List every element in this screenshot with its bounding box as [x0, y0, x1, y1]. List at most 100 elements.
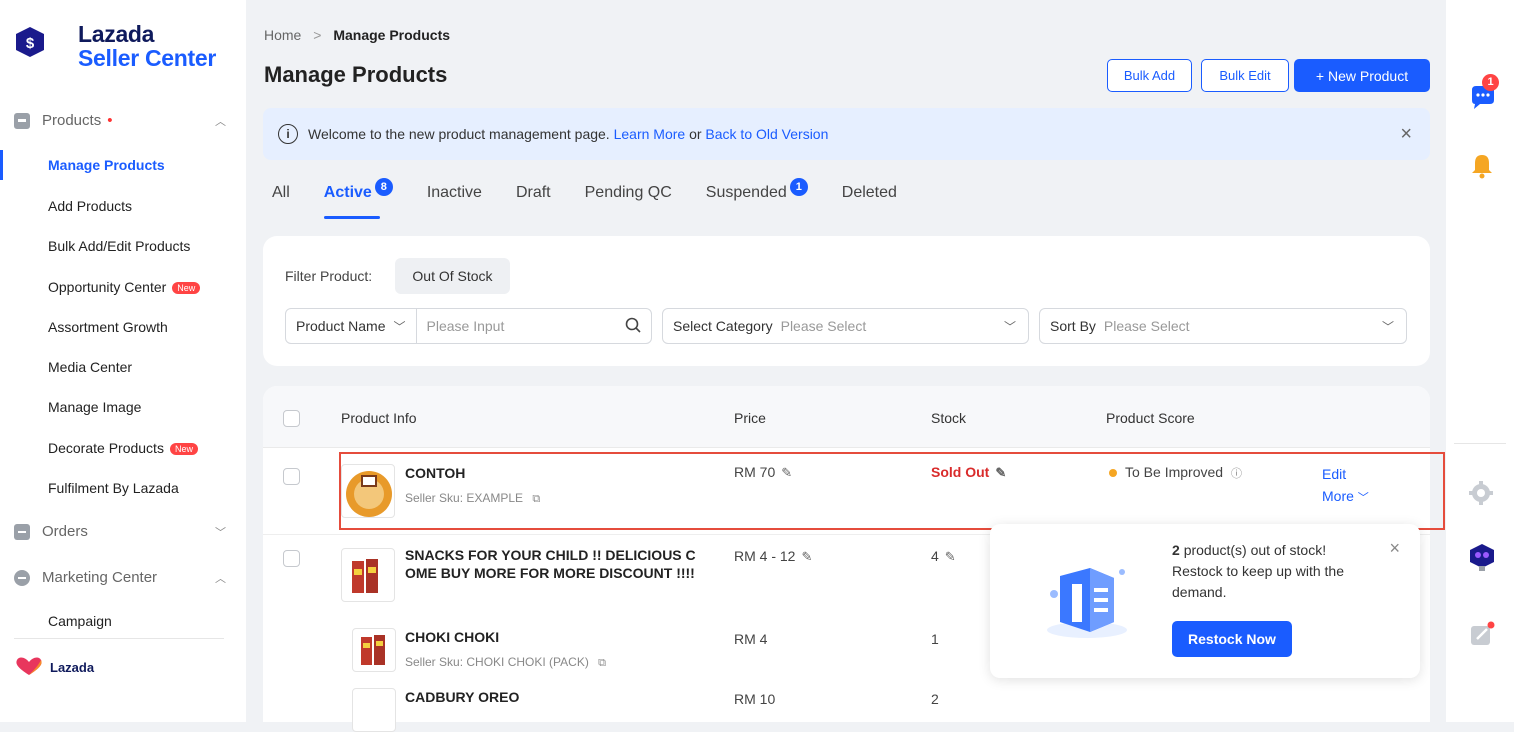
- variant-stock: 2: [931, 691, 939, 707]
- filter-label: Filter Product:: [285, 268, 373, 284]
- chevron-up-icon[interactable]: ︿: [215, 570, 226, 586]
- stock-value: 4: [931, 548, 939, 564]
- chevron-down-icon[interactable]: ﹀: [215, 524, 226, 540]
- variant-name[interactable]: CADBURY OREO: [405, 688, 519, 706]
- category-select[interactable]: Select Category Please Select ﹀: [662, 308, 1029, 344]
- tab-label: All: [272, 184, 290, 201]
- chevron-up-icon[interactable]: ︿: [215, 113, 226, 129]
- category-placeholder: Please Select: [780, 318, 867, 334]
- sidebar-group-label: Products: [42, 112, 102, 129]
- product-name-select[interactable]: Product Name: [286, 318, 385, 334]
- column-stock: Stock: [931, 410, 967, 426]
- copy-icon[interactable]: ⧉: [598, 657, 606, 669]
- bell-icon[interactable]: [1468, 152, 1496, 180]
- tab-pending-qc[interactable]: Pending QC: [585, 184, 672, 202]
- sidebar-item-fulfilment[interactable]: Fulfilment By Lazada: [48, 480, 179, 496]
- sidebar-group-label: Marketing Center: [42, 569, 158, 586]
- feedback-edit-icon[interactable]: [1468, 620, 1496, 648]
- assistant-bot-icon[interactable]: [1468, 542, 1496, 571]
- product-thumbnail[interactable]: [341, 548, 395, 602]
- row-highlight-box: [339, 452, 1445, 530]
- sidebar-item-manage-image[interactable]: Manage Image: [48, 399, 141, 415]
- search-icon[interactable]: [625, 317, 641, 336]
- tab-deleted[interactable]: Deleted: [842, 184, 897, 202]
- stock-cell: 4 ✎: [931, 548, 956, 565]
- bulk-edit-button[interactable]: Bulk Edit: [1201, 59, 1289, 92]
- sidebar-item-add-products[interactable]: Add Products: [48, 198, 132, 214]
- marketing-icon: [14, 569, 30, 586]
- new-badge: New: [169, 443, 198, 456]
- sidebar-footer-logo: Lazada: [14, 656, 94, 679]
- active-indicator: [0, 150, 3, 180]
- sidebar-item-decorate-products[interactable]: Decorate Products New: [48, 440, 198, 456]
- restock-notification: 2 product(s) out of stock! Restock to ke…: [990, 524, 1420, 678]
- tab-active[interactable]: Active 8: [323, 178, 393, 219]
- tab-label: Deleted: [841, 184, 897, 201]
- tab-draft[interactable]: Draft: [516, 184, 551, 202]
- table-header: Product Info Price Stock Product Score: [263, 386, 1430, 448]
- close-icon[interactable]: ×: [1389, 538, 1400, 559]
- out-of-stock-chip[interactable]: Out Of Stock: [395, 258, 510, 294]
- chat-icon[interactable]: 1: [1468, 74, 1499, 109]
- price-cell: RM 4 - 12 ✎: [734, 548, 812, 565]
- tab-label: Inactive: [426, 184, 482, 201]
- sidebar-item-opportunity-center[interactable]: Opportunity Center New: [48, 279, 201, 295]
- restock-now-button[interactable]: Restock Now: [1172, 621, 1292, 657]
- sidebar-divider: [14, 638, 224, 639]
- edit-pencil-icon[interactable]: ✎: [945, 549, 956, 565]
- sort-by-select[interactable]: Sort By Please Select ﹀: [1039, 308, 1407, 344]
- variant-name[interactable]: CHOKI CHOKI: [405, 628, 499, 646]
- sidebar-group-marketing[interactable]: Marketing Center ︿: [14, 569, 226, 586]
- restock-message: 2 product(s) out of stock! Restock to ke…: [1172, 540, 1372, 603]
- bulk-add-button[interactable]: Bulk Add: [1107, 59, 1192, 92]
- sidebar-group-orders[interactable]: Orders ﹀: [14, 523, 226, 540]
- tab-all[interactable]: All: [272, 184, 290, 202]
- restock-text: product(s) out of stock! Restock to keep…: [1172, 542, 1344, 600]
- field-divider: [415, 308, 417, 344]
- tab-inactive[interactable]: Inactive: [427, 184, 482, 202]
- unread-dot: •: [107, 112, 113, 129]
- sidebar-group-label: Orders: [42, 523, 88, 540]
- sidebar-item-media-center[interactable]: Media Center: [48, 359, 132, 375]
- row-checkbox[interactable]: [283, 468, 300, 485]
- inventory-illustration-icon: [1042, 560, 1132, 645]
- select-all-checkbox[interactable]: [283, 410, 300, 427]
- variant-thumbnail[interactable]: [352, 628, 396, 672]
- breadcrumb: Home > Manage Products: [264, 27, 450, 43]
- close-icon[interactable]: ×: [1400, 123, 1412, 146]
- lazada-heart-icon: [14, 656, 44, 679]
- search-input[interactable]: Please Input: [427, 318, 505, 334]
- tab-label: Suspended: [705, 184, 787, 201]
- breadcrumb-separator: >: [313, 27, 322, 43]
- toolbar-divider: [1454, 443, 1506, 444]
- sidebar-item-assortment-growth[interactable]: Assortment Growth: [48, 319, 168, 335]
- lazada-shield-icon: $: [14, 26, 46, 58]
- row-checkbox[interactable]: [283, 550, 300, 567]
- brand-logo[interactable]: $ Lazada Seller Center: [14, 22, 216, 70]
- sidebar-group-products[interactable]: Products • ︿: [14, 112, 226, 129]
- new-product-button[interactable]: + New Product: [1294, 59, 1430, 92]
- back-to-old-version-link[interactable]: Back to Old Version: [705, 126, 828, 142]
- category-label: Select Category: [673, 318, 773, 334]
- sku-text: Seller Sku: CHOKI CHOKI (PACK): [405, 655, 589, 669]
- product-name[interactable]: SNACKS FOR YOUR CHILD !! DELICIOUS C OME…: [405, 546, 696, 582]
- edit-pencil-icon[interactable]: ✎: [801, 549, 812, 565]
- chevron-down-icon[interactable]: ﹀: [393, 318, 405, 335]
- sidebar-item-manage-products[interactable]: Manage Products: [48, 157, 165, 173]
- tab-suspended[interactable]: Suspended 1: [705, 178, 808, 202]
- svg-text:$: $: [26, 35, 35, 52]
- footer-brand: Lazada: [50, 660, 95, 675]
- out-of-stock-count: 2: [1172, 542, 1180, 558]
- sidebar-item-bulk-add-edit[interactable]: Bulk Add/Edit Products: [48, 238, 190, 254]
- chevron-down-icon: ﹀: [1381, 319, 1394, 334]
- variant-thumbnail[interactable]: [352, 688, 396, 732]
- settings-gear-icon[interactable]: [1468, 480, 1496, 508]
- column-product-info: Product Info: [341, 410, 417, 426]
- product-name-search: Product Name ﹀ Please Input: [285, 308, 652, 344]
- variant-price: RM 4: [734, 631, 768, 647]
- breadcrumb-home[interactable]: Home: [264, 27, 301, 43]
- learn-more-link[interactable]: Learn More: [614, 126, 686, 142]
- sort-placeholder: Please Select: [1103, 318, 1190, 334]
- sidebar-item-campaign[interactable]: Campaign: [48, 613, 112, 629]
- chat-badge: 1: [1482, 74, 1499, 91]
